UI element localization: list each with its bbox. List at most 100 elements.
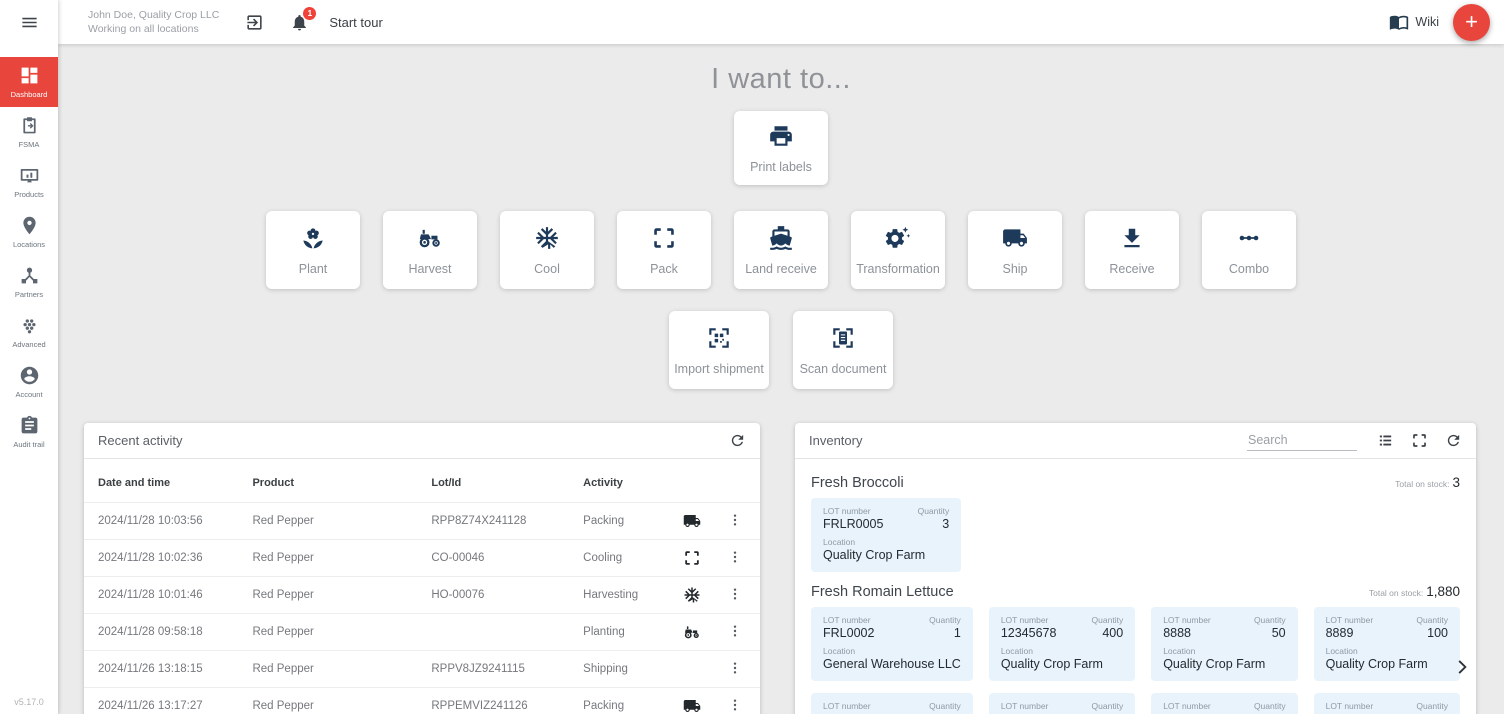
row-menu-button[interactable]: [727, 549, 743, 565]
notifications-button[interactable]: 1: [290, 13, 309, 32]
expand-view-button[interactable]: [1411, 432, 1428, 449]
cell-activity: Harvesting: [583, 577, 683, 614]
crop-corners-icon[interactable]: [683, 549, 701, 567]
inventory-lot-card[interactable]: LOT numberQuantity 888850 Location Quali…: [1151, 607, 1297, 681]
scan-document-button[interactable]: Scan document: [793, 311, 893, 389]
network-hub-icon: [19, 265, 40, 286]
column-header-datetime: Date and time: [84, 459, 252, 503]
print-labels-button[interactable]: Print labels: [734, 111, 828, 185]
refresh-icon: [729, 432, 746, 449]
truck-icon[interactable]: [683, 512, 701, 530]
sidebar-item-account[interactable]: Account: [0, 357, 58, 407]
gear-sparkle-icon: [885, 225, 911, 251]
list-view-button[interactable]: [1377, 432, 1394, 449]
quantity: 3: [942, 517, 949, 531]
cool-button[interactable]: Cool: [500, 211, 594, 289]
table-row[interactable]: 2024/11/28 10:02:36 Red Pepper CO-00046 …: [84, 540, 760, 577]
more-vert-icon: [727, 697, 743, 713]
table-row[interactable]: 2024/11/26 13:17:27 Red Pepper RPPEMVIZ2…: [84, 688, 760, 714]
recent-activity-panel: Recent activity Date and time Product Lo…: [84, 423, 760, 714]
combo-button[interactable]: Combo: [1202, 211, 1296, 289]
ship-button[interactable]: Ship: [968, 211, 1062, 289]
carousel-next-button[interactable]: [1452, 656, 1474, 678]
start-tour-button[interactable]: Start tour: [329, 15, 382, 30]
tile-label: Receive: [1109, 262, 1154, 276]
tile-label: Import shipment: [674, 362, 764, 376]
tile-label: Combo: [1229, 262, 1269, 276]
tile-label: Plant: [299, 262, 328, 276]
row-menu-button[interactable]: [727, 623, 743, 639]
tractor-icon[interactable]: [683, 623, 701, 641]
total-on-stock-value: 1,880: [1426, 584, 1460, 599]
transformation-button[interactable]: Transformation: [851, 211, 945, 289]
map-pin-icon: [19, 215, 40, 236]
import-shipment-button[interactable]: Import shipment: [669, 311, 769, 389]
cell-activity: Packing: [583, 503, 683, 540]
tile-label: Transformation: [856, 262, 940, 276]
clipboard-arrow-icon: [19, 115, 40, 136]
row-menu-button[interactable]: [727, 512, 743, 528]
account-circle-icon: [19, 365, 40, 386]
truck-icon[interactable]: [683, 697, 701, 714]
plant-button[interactable]: Plant: [266, 211, 360, 289]
table-row[interactable]: 2024/11/26 13:18:15 Red Pepper RPPV8JZ92…: [84, 651, 760, 688]
inventory-lot-card[interactable]: LOT numberQuantity FRL000348 Location: [1314, 693, 1460, 714]
total-on-stock-value: 3: [1452, 475, 1460, 490]
add-button[interactable]: +: [1453, 4, 1490, 41]
row-menu-button[interactable]: [727, 697, 743, 713]
inventory-search-input[interactable]: [1247, 430, 1357, 451]
column-header-product: Product: [252, 459, 431, 503]
tile-label: Pack: [650, 262, 678, 276]
inventory-lot-card[interactable]: LOT numberQuantity 8889100 Location Qual…: [1314, 607, 1460, 681]
quantity: 100: [1427, 626, 1448, 640]
sidebar-item-advanced[interactable]: Advanced: [0, 307, 58, 357]
inventory-lot-card[interactable]: LOT numberQuantity 889290 Location: [989, 693, 1135, 714]
refresh-inventory-button[interactable]: [1445, 432, 1462, 449]
quantity: 1: [954, 626, 961, 640]
sidebar: Dashboard FSMA Products Locations Partne…: [0, 0, 58, 714]
inventory-lot-card[interactable]: LOT numberQuantity 889150 Location: [811, 693, 973, 714]
snowflake-icon[interactable]: [683, 586, 701, 604]
table-row[interactable]: 2024/11/28 10:01:46 Red Pepper HO-00076 …: [84, 577, 760, 614]
refresh-icon: [1445, 432, 1462, 449]
column-header-lot: Lot/Id: [431, 459, 583, 503]
refresh-activity-button[interactable]: [729, 432, 746, 449]
wiki-button[interactable]: Wiki: [1389, 12, 1439, 32]
book-icon: [1389, 12, 1409, 32]
inventory-lot-card[interactable]: LOT numberQuantity FRL00021 Location Gen…: [811, 607, 973, 681]
hamburger-menu-button[interactable]: [0, 0, 58, 44]
sidebar-item-dashboard[interactable]: Dashboard: [0, 57, 58, 107]
sidebar-item-locations[interactable]: Locations: [0, 207, 58, 257]
land-receive-button[interactable]: Land receive: [734, 211, 828, 289]
lot-number: FRLR0005: [823, 517, 883, 531]
table-row[interactable]: 2024/11/28 10:03:56 Red Pepper RPP8Z74X2…: [84, 503, 760, 540]
table-row[interactable]: 2024/11/28 09:58:18 Red Pepper Planting: [84, 614, 760, 651]
column-header-activity: Activity: [583, 459, 683, 503]
cell-lot: RPPEMVIZ241126: [431, 688, 583, 714]
sidebar-item-audit-trail[interactable]: Audit trail: [0, 407, 58, 457]
cell-datetime: 2024/11/28 10:03:56: [84, 503, 252, 540]
pack-button[interactable]: Pack: [617, 211, 711, 289]
location: Quality Crop Farm: [1001, 657, 1123, 671]
row-menu-button[interactable]: [727, 660, 743, 676]
sidebar-item-products[interactable]: Products: [0, 157, 58, 207]
cell-datetime: 2024/11/28 10:02:36: [84, 540, 252, 577]
harvest-button[interactable]: Harvest: [383, 211, 477, 289]
notification-badge: 1: [303, 7, 316, 20]
tractor-icon: [417, 225, 443, 251]
receive-button[interactable]: Receive: [1085, 211, 1179, 289]
printer-icon: [768, 123, 794, 149]
lot-number: FRL0002: [823, 626, 874, 640]
sidebar-item-partners[interactable]: Partners: [0, 257, 58, 307]
inventory-lot-card[interactable]: LOT numberQuantity FRLR00053 Location Qu…: [811, 498, 961, 572]
cell-lot: HO-00076: [431, 577, 583, 614]
switch-location-button[interactable]: [245, 13, 264, 32]
sidebar-item-label: Products: [14, 190, 44, 199]
inventory-lot-card[interactable]: LOT numberQuantity FRL00023 Location: [1151, 693, 1297, 714]
sidebar-item-fsma[interactable]: FSMA: [0, 107, 58, 157]
inventory-lot-card[interactable]: LOT numberQuantity 12345678400 Location …: [989, 607, 1135, 681]
cell-lot: RPPV8JZ9241115: [431, 651, 583, 688]
row-menu-button[interactable]: [727, 586, 743, 602]
quantity: 50: [1272, 626, 1286, 640]
cell-product: Red Pepper: [252, 540, 431, 577]
